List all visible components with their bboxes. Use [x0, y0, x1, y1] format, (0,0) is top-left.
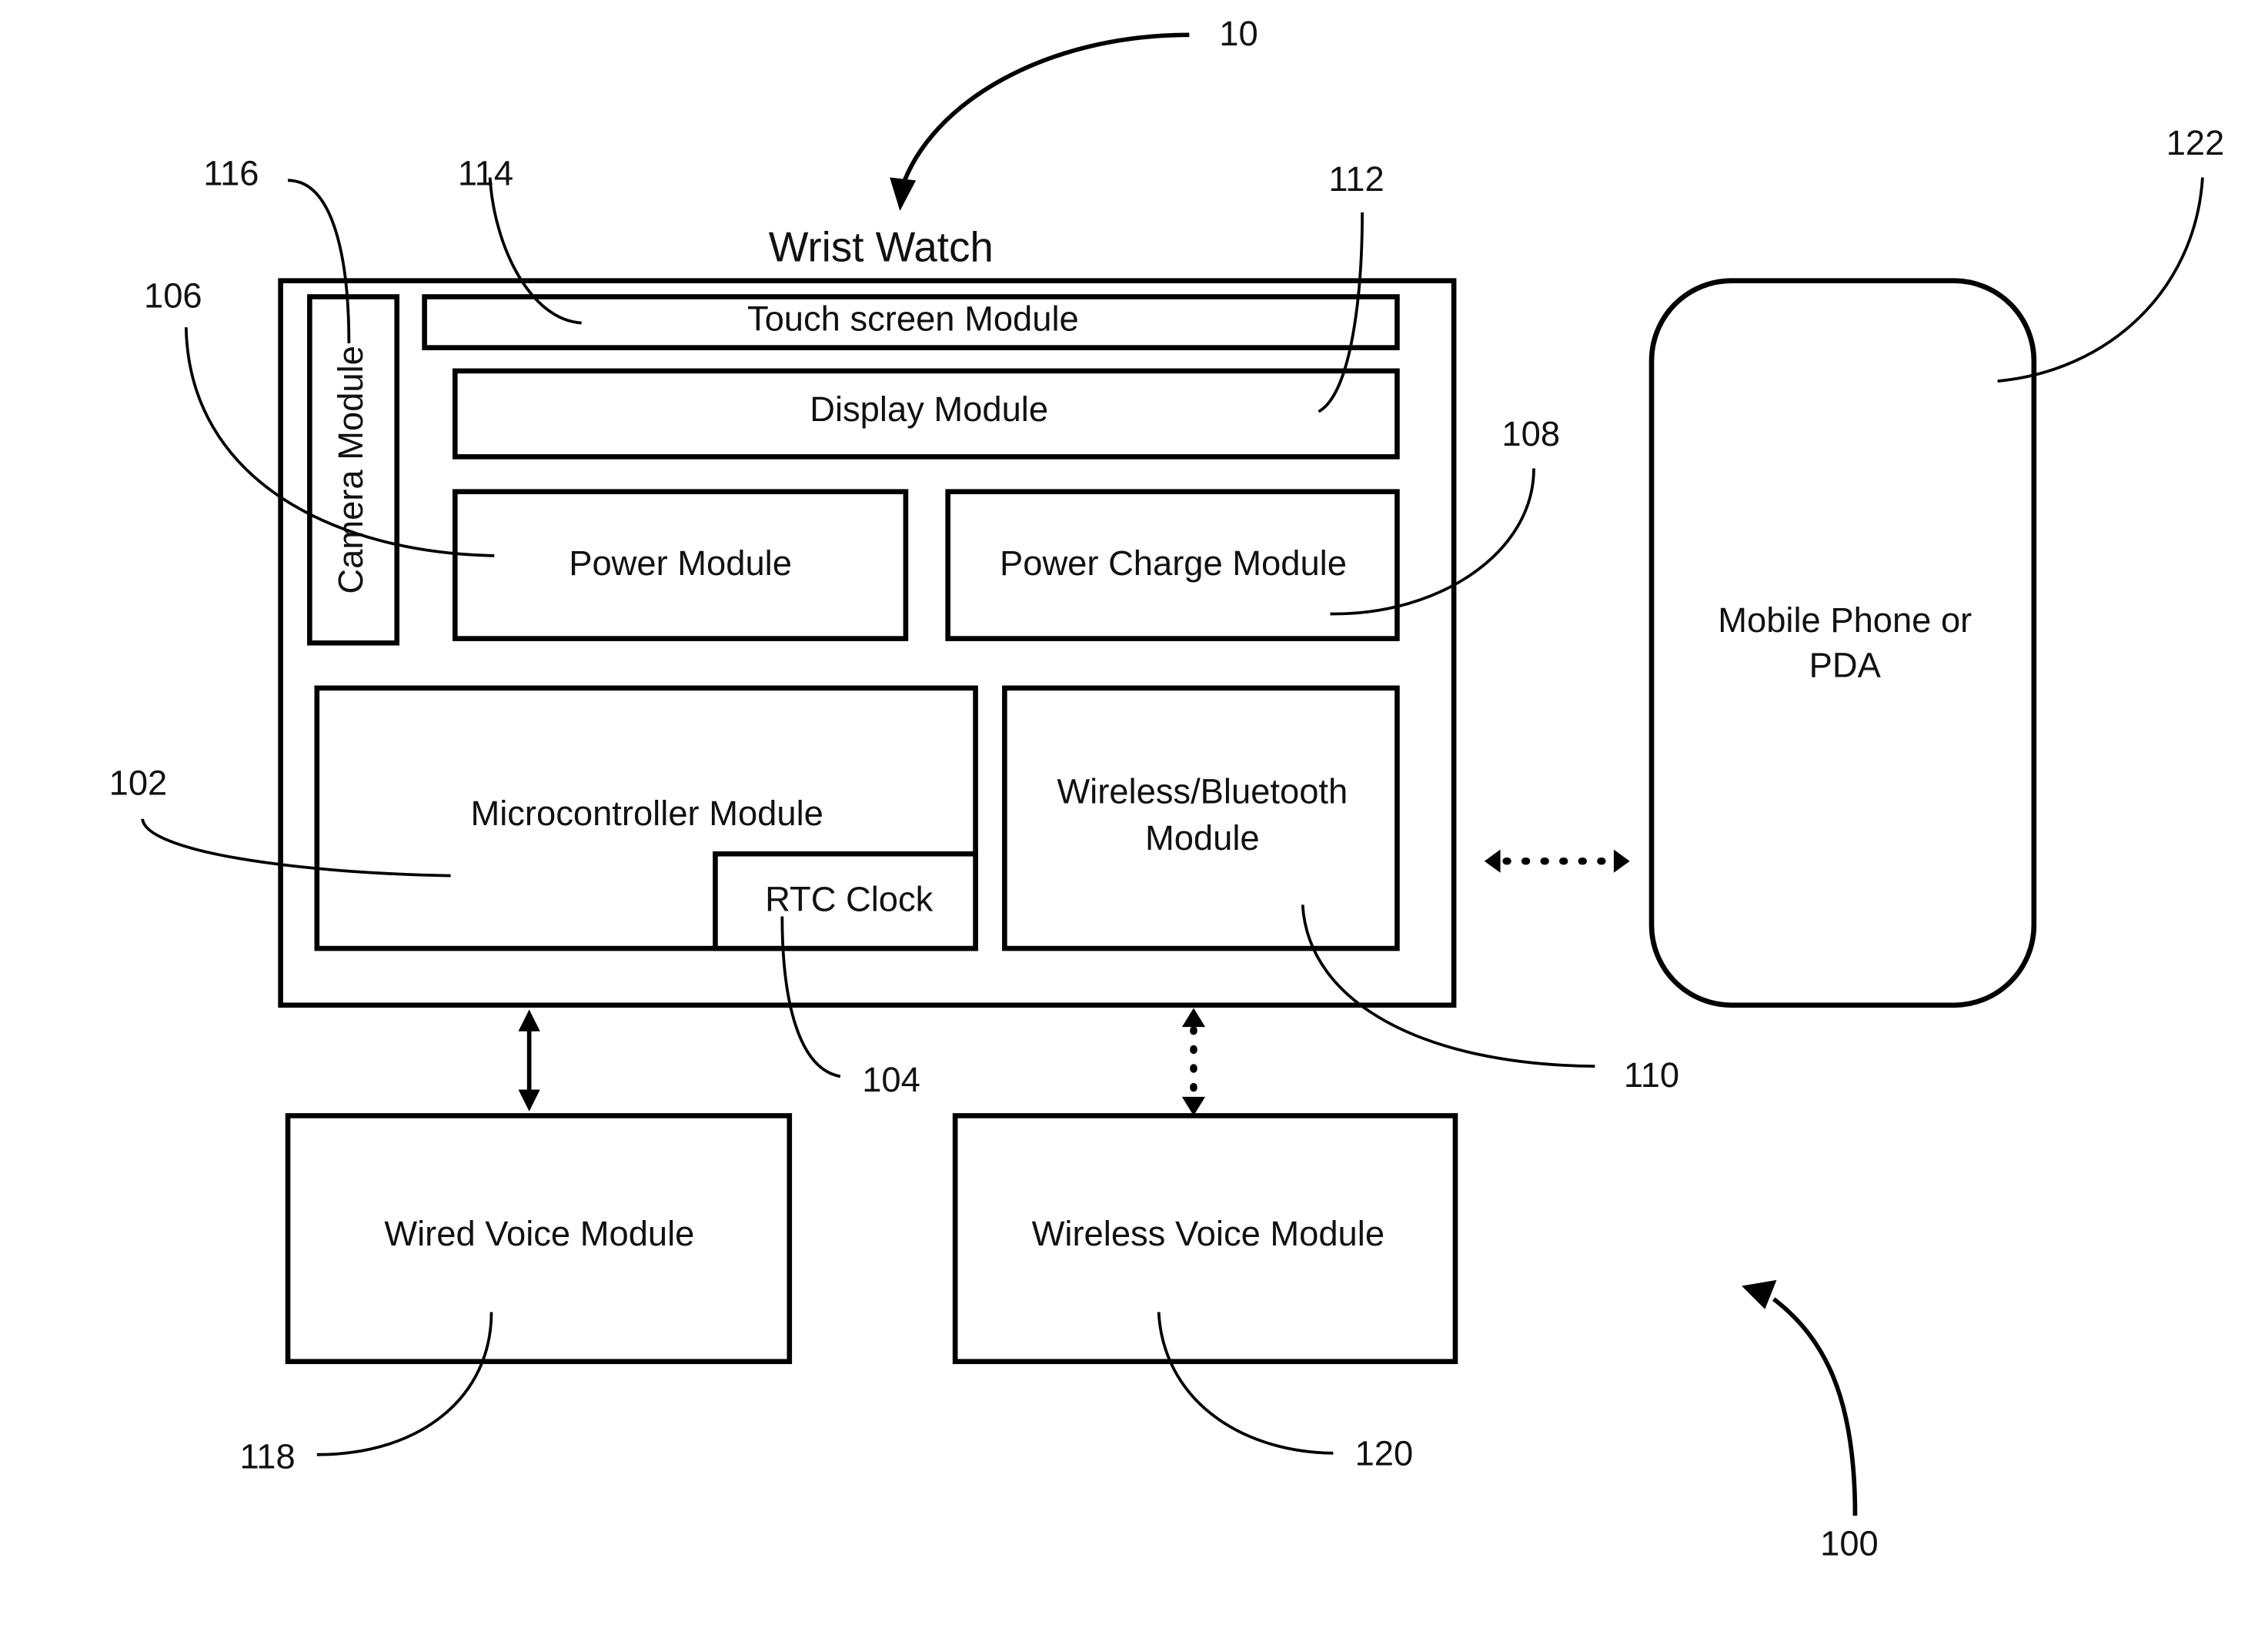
- wireless-bluetooth-module: Wireless/Bluetooth Module: [1002, 685, 1400, 951]
- touch-screen-module-label: Touch screen Module: [747, 299, 1079, 339]
- ref-label-10: 10: [1219, 14, 1258, 53]
- ref-label-104: 104: [862, 1060, 920, 1099]
- ref-label-118: 118: [239, 1436, 295, 1476]
- camera-module-label: Camera Module: [331, 346, 370, 594]
- wireless-bluetooth-label-line1: Wireless/Bluetooth: [1057, 772, 1348, 811]
- display-module-label: Display Module: [810, 390, 1048, 429]
- wired-voice-module: Wired Voice Module: [285, 1113, 793, 1365]
- ref-label-120: 120: [1355, 1434, 1414, 1473]
- ref-label-100: 100: [1820, 1524, 1879, 1563]
- connection-mobile-phone: [1484, 849, 1630, 873]
- rtc-clock-label: RTC Clock: [765, 880, 934, 919]
- ref-label-114: 114: [458, 154, 513, 193]
- ref-100: 100: [1742, 1279, 1879, 1563]
- patent-diagram: 10 Wrist Watch Camera Module Touch scree…: [109, 14, 2225, 1563]
- mobile-phone-label-line2: PDA: [1809, 645, 1882, 684]
- connection-wireless-voice: [1181, 1008, 1206, 1116]
- ref-label-122: 122: [2166, 123, 2225, 162]
- mobile-phone-label-line1: Mobile Phone or: [1718, 600, 1972, 640]
- power-charge-module: Power Charge Module: [945, 489, 1400, 641]
- power-module: Power Module: [452, 489, 909, 641]
- wireless-voice-module: Wireless Voice Module: [952, 1113, 1458, 1365]
- arrowhead-up-icon: [1181, 1008, 1206, 1028]
- ref-label-102: 102: [109, 763, 168, 802]
- wrist-watch-title: Wrist Watch: [769, 222, 994, 270]
- power-module-label: Power Module: [569, 543, 792, 583]
- ref-label-112: 112: [1328, 159, 1384, 199]
- arrowhead-right-icon: [1613, 849, 1630, 873]
- ref-label-116: 116: [203, 154, 259, 193]
- arrowhead-left-icon: [1484, 849, 1501, 873]
- ref-label-108: 108: [1501, 414, 1560, 453]
- wireless-bluetooth-label-line2: Module: [1145, 818, 1260, 858]
- figure-ref-10-arrow: [899, 32, 1190, 190]
- arrowhead-icon: [890, 177, 917, 212]
- system-ref-arrow: [1772, 1297, 1858, 1516]
- figure-ref-10: 10: [890, 14, 1258, 212]
- ref-label-110: 110: [1624, 1055, 1679, 1095]
- mobile-phone-pda: Mobile Phone or PDA: [1648, 278, 2037, 1008]
- camera-module: Camera Module: [307, 294, 400, 646]
- display-module: Display Module: [452, 368, 1400, 460]
- arrowhead-icon: [1742, 1279, 1777, 1309]
- rtc-clock-module: RTC Clock: [713, 851, 978, 951]
- arrowhead-down-icon: [1181, 1096, 1206, 1116]
- ref-label-106: 106: [144, 276, 202, 315]
- power-charge-module-label: Power Charge Module: [1000, 543, 1347, 583]
- wired-voice-module-label: Wired Voice Module: [384, 1214, 694, 1253]
- microcontroller-module-label: Microcontroller Module: [470, 794, 823, 833]
- wireless-voice-module-label: Wireless Voice Module: [1032, 1214, 1385, 1253]
